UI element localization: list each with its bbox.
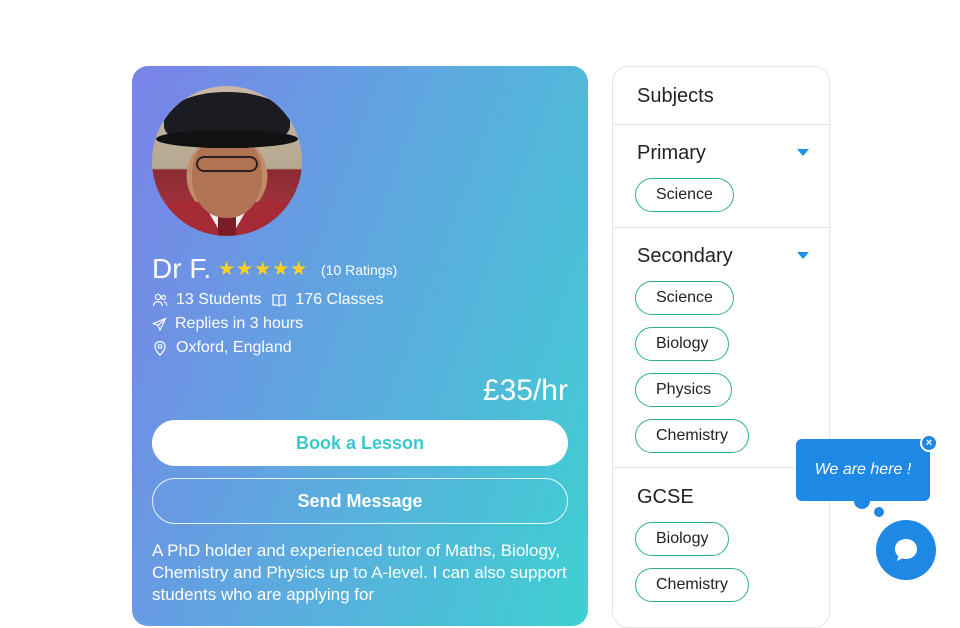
subject-chip-chemistry[interactable]: Chemistry: [635, 568, 750, 602]
close-icon[interactable]: ×: [920, 434, 938, 452]
send-icon: [152, 316, 167, 332]
chat-bubble-tail: [874, 507, 884, 517]
divider: [613, 227, 829, 228]
section-heading-secondary[interactable]: Secondary: [637, 243, 733, 269]
reply-time: Replies in 3 hours: [175, 315, 304, 332]
book-icon: [272, 294, 287, 307]
caret-down-icon[interactable]: [797, 252, 809, 259]
rating-stars: ★★★★★: [218, 259, 309, 280]
chat-launcher-button[interactable]: [876, 520, 936, 580]
tutor-bio: A PhD holder and experienced tutor of Ma…: [152, 541, 567, 604]
subject-chip-biology[interactable]: Biology: [635, 327, 730, 361]
chat-greeting-bubble[interactable]: We are here !: [796, 439, 930, 501]
location-pin-icon: [154, 340, 166, 356]
subject-chip-chemistry[interactable]: Chemistry: [635, 419, 750, 453]
students-count: 13 Students: [176, 291, 262, 308]
chat-bubble-tail: [854, 493, 870, 509]
tutor-avatar: [152, 86, 302, 236]
subject-chip-biology[interactable]: Biology: [635, 522, 730, 556]
students-icon: [152, 293, 168, 307]
book-lesson-button[interactable]: Book a Lesson: [152, 420, 568, 466]
section-heading-gcse[interactable]: GCSE: [637, 484, 694, 510]
section-heading-primary[interactable]: Primary: [637, 140, 706, 166]
location-row: Oxford, England: [152, 337, 292, 359]
hourly-price: £35/hr: [482, 374, 568, 407]
reply-time-row: Replies in 3 hours: [152, 313, 303, 335]
send-message-button[interactable]: Send Message: [152, 478, 568, 524]
location: Oxford, England: [176, 339, 292, 356]
subject-chip-science[interactable]: Science: [635, 281, 734, 315]
chat-icon: [895, 539, 917, 561]
subjects-panel: Subjects Primary Science Secondary Scien…: [612, 66, 830, 628]
subjects-title: Subjects: [637, 85, 714, 107]
classes-count: 176 Classes: [295, 291, 384, 308]
tutor-profile-card: Dr F. ★★★★★ (10 Ratings) 13 Students 176…: [132, 66, 588, 626]
divider: [613, 124, 829, 125]
caret-down-icon[interactable]: [797, 149, 809, 156]
subject-chip-physics[interactable]: Physics: [635, 373, 733, 407]
tutor-name: Dr F.: [152, 253, 212, 284]
rating-count: (10 Ratings): [321, 262, 398, 278]
subject-chip-science[interactable]: Science: [635, 178, 734, 212]
stats-row: 13 Students 176 Classes: [152, 289, 383, 311]
